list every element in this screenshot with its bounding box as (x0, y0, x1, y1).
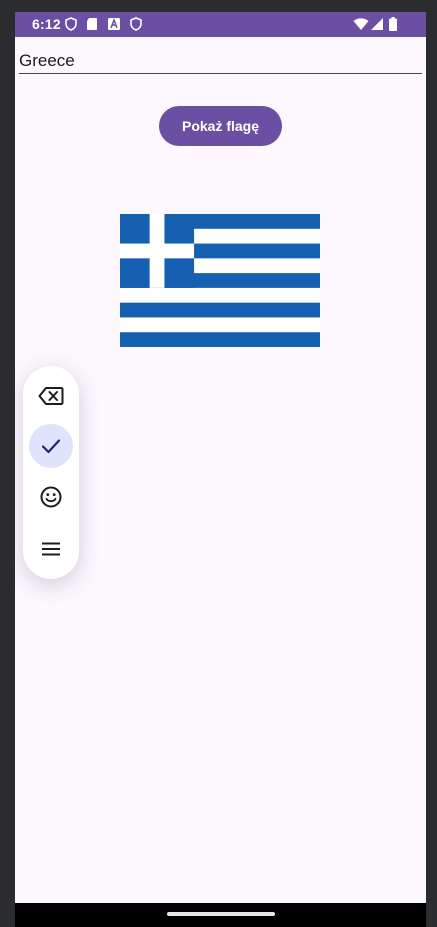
signal-icon (371, 18, 383, 30)
check-icon (41, 439, 61, 454)
status-bar: 6:12 (15, 12, 426, 37)
sd-card-icon (87, 18, 97, 30)
country-input[interactable] (19, 49, 422, 74)
show-flag-button[interactable]: Pokaż flagę (159, 106, 282, 146)
emoji-icon (40, 486, 62, 508)
battery-icon (389, 17, 397, 31)
menu-icon (42, 542, 60, 556)
greece-flag-image (120, 214, 320, 347)
status-time: 6:12 (32, 16, 61, 32)
home-gesture-handle[interactable] (167, 912, 275, 916)
backspace-button[interactable] (29, 374, 73, 418)
confirm-button[interactable] (29, 424, 73, 468)
floating-keyboard-toolbar (23, 366, 79, 579)
shield-icon (130, 17, 142, 31)
navigation-bar (15, 903, 426, 927)
menu-button[interactable] (29, 527, 73, 571)
shield-icon (65, 17, 77, 31)
app-screen: 6:12 Pokaż flagę (15, 12, 426, 927)
backspace-icon (38, 387, 64, 405)
wifi-icon (353, 18, 369, 30)
font-icon (108, 17, 120, 30)
emoji-button[interactable] (29, 475, 73, 519)
